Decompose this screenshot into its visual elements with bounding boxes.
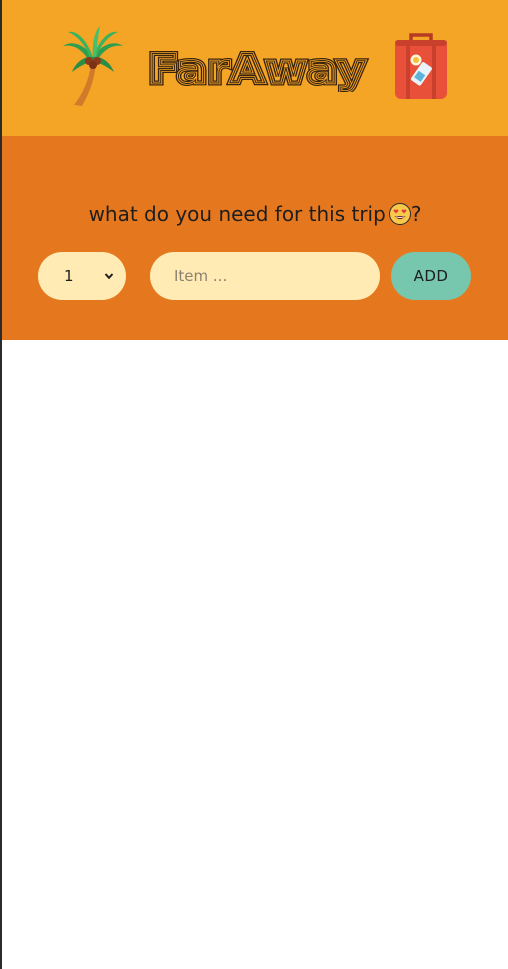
heart-eyes-emoji-icon — [388, 203, 411, 225]
chevron-down-icon — [104, 273, 114, 280]
svg-text:FarAway: FarAway — [148, 47, 366, 92]
quantity-value: 1 — [64, 267, 74, 285]
prompt-suffix: ? — [410, 202, 422, 226]
item-input[interactable] — [150, 252, 380, 300]
app-header: FarAway FarAway FarAway — [2, 0, 508, 136]
add-item-form: what do you need for this trip ? 1 ADD — [2, 136, 508, 340]
palm-tree-icon — [63, 26, 123, 106]
add-button[interactable]: ADD — [391, 252, 471, 300]
luggage-icon — [395, 33, 447, 99]
prompt-text: what do you need for this trip — [88, 202, 386, 226]
form-prompt: what do you need for this trip ? — [2, 202, 508, 226]
app-title: FarAway FarAway FarAway — [146, 45, 369, 93]
quantity-select[interactable]: 1 — [38, 252, 126, 300]
